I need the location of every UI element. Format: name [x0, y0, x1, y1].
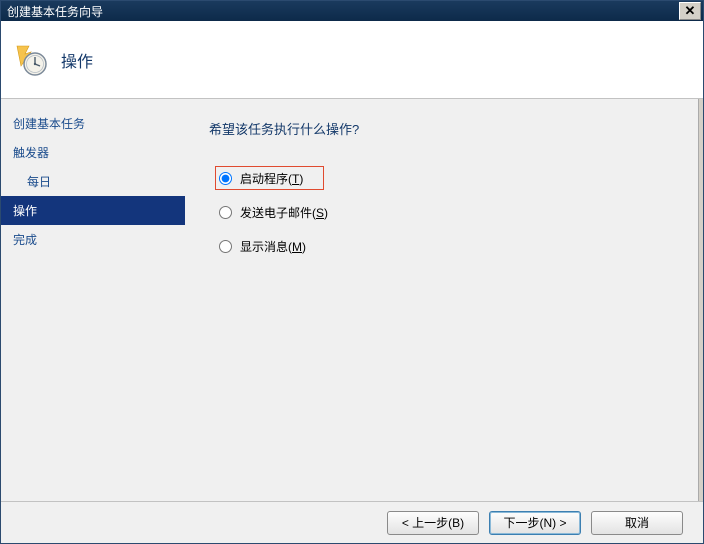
action-radio-group: 启动程序(T) 发送电子邮件(S) 显示消息(M) — [209, 168, 679, 256]
radio-input-0[interactable] — [219, 172, 232, 185]
page-title: 操作 — [61, 48, 93, 72]
radio-label-1: 发送电子邮件(S) — [240, 204, 328, 221]
close-button[interactable]: ✕ — [679, 2, 701, 20]
sidebar-item-2[interactable]: 每日 — [9, 167, 185, 196]
radio-label-2: 显示消息(M) — [240, 238, 306, 255]
prompt-text: 希望该任务执行什么操作? — [209, 119, 679, 138]
cancel-button[interactable]: 取消 — [591, 511, 683, 535]
radio-input-2[interactable] — [219, 240, 232, 253]
titlebar: 创建基本任务向导 ✕ — [1, 1, 703, 21]
wizard-header: 操作 — [1, 21, 703, 99]
back-button[interactable]: < 上一步(B) — [387, 511, 479, 535]
wizard-window: 创建基本任务向导 ✕ 操作 创建基本任务触发器每日操作完成 希望该任务执行什么操… — [0, 0, 704, 544]
close-icon: ✕ — [685, 3, 696, 19]
radio-label-0: 启动程序(T) — [240, 170, 303, 187]
sidebar-item-4[interactable]: 完成 — [9, 225, 185, 254]
sidebar-item-3[interactable]: 操作 — [1, 196, 185, 225]
sidebar-item-0[interactable]: 创建基本任务 — [9, 109, 185, 138]
right-edge — [698, 99, 703, 501]
sidebar-item-1[interactable]: 触发器 — [9, 138, 185, 167]
radio-row-2[interactable]: 显示消息(M) — [217, 236, 679, 256]
wizard-footer: < 上一步(B) 下一步(N) > 取消 — [1, 501, 703, 543]
radio-row-0[interactable]: 启动程序(T) — [217, 168, 322, 188]
next-button[interactable]: 下一步(N) > — [489, 511, 581, 535]
clock-icon — [15, 44, 47, 76]
window-title: 创建基本任务向导 — [7, 3, 103, 20]
wizard-body: 创建基本任务触发器每日操作完成 希望该任务执行什么操作? 启动程序(T) 发送电子… — [1, 99, 703, 501]
radio-input-1[interactable] — [219, 206, 232, 219]
radio-row-1[interactable]: 发送电子邮件(S) — [217, 202, 679, 222]
content-pane: 希望该任务执行什么操作? 启动程序(T) 发送电子邮件(S) 显示消息(M) — [185, 99, 703, 501]
sidebar: 创建基本任务触发器每日操作完成 — [1, 99, 185, 501]
